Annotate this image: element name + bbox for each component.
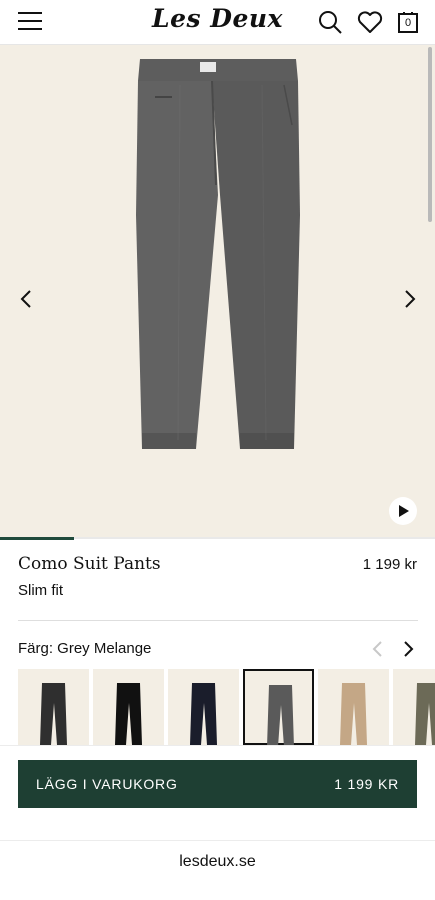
color-swatch-charcoal[interactable] bbox=[18, 669, 89, 745]
divider bbox=[18, 620, 418, 621]
image-progress-bar bbox=[0, 537, 435, 540]
add-to-cart-button[interactable]: LÄGG I VARUKORG 1 199 KR bbox=[18, 760, 417, 808]
color-label: Färg: Grey Melange bbox=[18, 640, 152, 657]
play-icon bbox=[399, 505, 409, 517]
swatch-pants-image bbox=[190, 683, 217, 745]
product-image[interactable] bbox=[0, 45, 435, 537]
swatch-pants-image bbox=[40, 683, 67, 745]
pants-illustration bbox=[136, 59, 300, 449]
search-icon[interactable] bbox=[316, 8, 344, 36]
product-fit: Slim fit bbox=[18, 582, 63, 599]
heart-icon[interactable] bbox=[356, 8, 384, 36]
top-nav: Les Deux 0 bbox=[0, 0, 435, 45]
swatch-pants-image bbox=[267, 685, 294, 745]
add-to-cart-label: LÄGG I VARUKORG bbox=[36, 776, 178, 792]
product-name: Como Suit Pants bbox=[18, 554, 161, 574]
color-swatches bbox=[18, 669, 435, 745]
swatch-pants-image bbox=[415, 683, 435, 745]
swatch-previous-icon[interactable] bbox=[371, 640, 385, 658]
color-swatch-beige[interactable] bbox=[318, 669, 389, 745]
cart-icon[interactable]: 0 bbox=[394, 8, 422, 36]
play-video-button[interactable] bbox=[389, 497, 417, 525]
scrollbar[interactable] bbox=[428, 47, 432, 222]
product-price: 1 199 kr bbox=[362, 556, 417, 573]
swatch-next-icon[interactable] bbox=[401, 640, 415, 658]
add-to-cart-price: 1 199 KR bbox=[334, 776, 399, 792]
image-progress-fill bbox=[0, 537, 74, 540]
color-swatch-black[interactable] bbox=[93, 669, 164, 745]
cart-count: 0 bbox=[404, 17, 412, 29]
swatch-pants-image bbox=[340, 683, 367, 745]
color-swatch-olive[interactable] bbox=[393, 669, 435, 745]
next-image-arrow-icon[interactable] bbox=[399, 287, 419, 311]
color-swatch-navy[interactable] bbox=[168, 669, 239, 745]
previous-image-arrow-icon[interactable] bbox=[17, 287, 37, 311]
swatch-pants-image bbox=[115, 683, 142, 745]
site-url[interactable]: lesdeux.se bbox=[0, 853, 435, 871]
footer-divider bbox=[0, 840, 435, 841]
color-swatch-grey-melange[interactable] bbox=[243, 669, 314, 745]
